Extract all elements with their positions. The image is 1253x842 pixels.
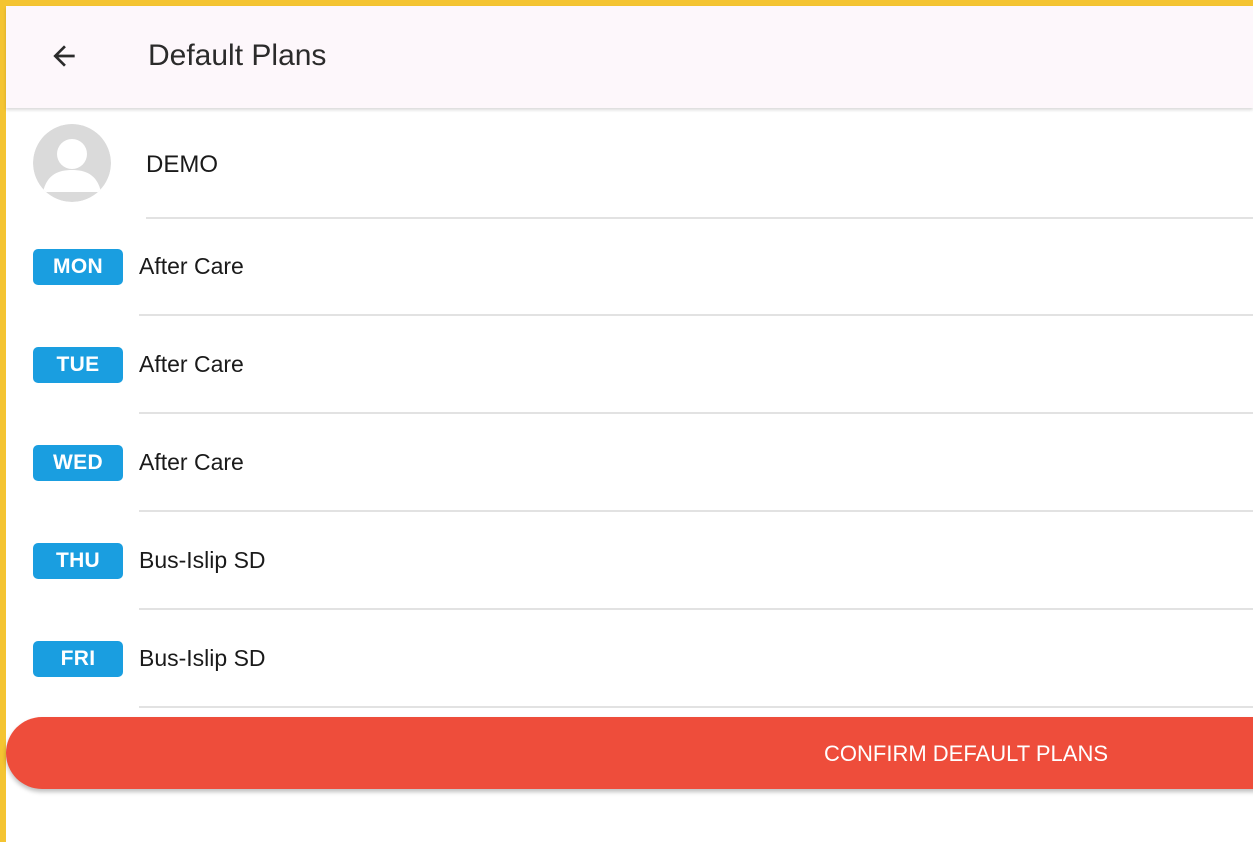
profile-header: DEMO bbox=[6, 108, 1253, 219]
day-row-fri[interactable]: FRI Bus-Islip SD bbox=[6, 610, 1253, 708]
day-plan-label: Bus-Islip SD bbox=[139, 645, 266, 671]
back-button[interactable] bbox=[40, 34, 88, 82]
day-row-tue[interactable]: TUE After Care bbox=[6, 316, 1253, 414]
default-person-avatar-icon bbox=[33, 124, 111, 202]
day-plan-label: After Care bbox=[139, 351, 244, 377]
day-badge: TUE bbox=[33, 347, 123, 383]
day-row-wed[interactable]: WED After Care bbox=[6, 414, 1253, 512]
divider bbox=[139, 706, 1253, 708]
day-plan-label: After Care bbox=[139, 253, 244, 279]
app-window: Default Plans DEMO MON After Care TUE Af… bbox=[0, 0, 1253, 842]
confirm-button-label: CONFIRM DEFAULT PLANS bbox=[824, 741, 1109, 766]
arrow-left-icon bbox=[48, 40, 80, 77]
profile-name: DEMO bbox=[146, 151, 218, 178]
day-badge: THU bbox=[33, 543, 123, 579]
day-row-thu[interactable]: THU Bus-Islip SD bbox=[6, 512, 1253, 610]
app-bar: Default Plans bbox=[6, 6, 1253, 108]
page-title: Default Plans bbox=[148, 39, 327, 72]
day-badge: MON bbox=[33, 249, 123, 285]
day-plan-label: After Care bbox=[139, 449, 244, 475]
day-badge: WED bbox=[33, 445, 123, 481]
day-badge: FRI bbox=[33, 641, 123, 677]
day-plan-label: Bus-Islip SD bbox=[139, 547, 266, 573]
day-row-mon[interactable]: MON After Care bbox=[6, 218, 1253, 316]
confirm-default-plans-button[interactable]: CONFIRM DEFAULT PLANS bbox=[6, 717, 1253, 789]
